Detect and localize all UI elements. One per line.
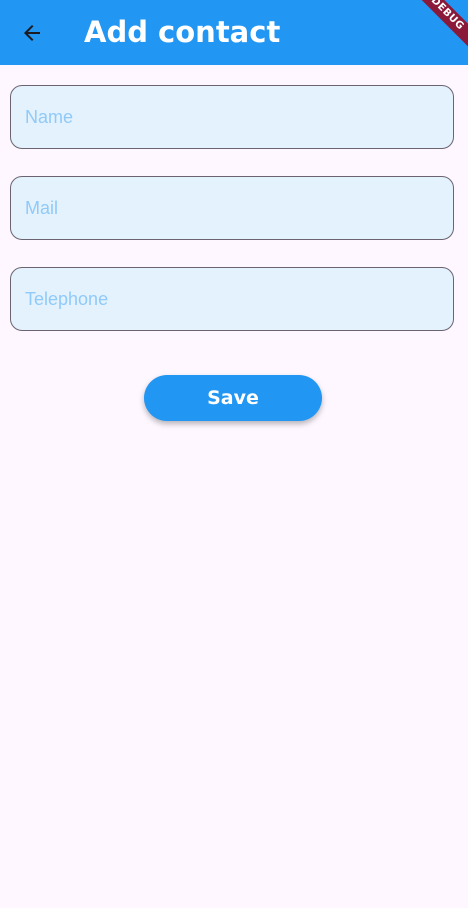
page-title: Add contact: [84, 15, 281, 49]
mail-field[interactable]: [10, 176, 454, 240]
name-field[interactable]: [10, 85, 454, 149]
telephone-field[interactable]: [10, 267, 454, 331]
telephone-input[interactable]: [11, 268, 453, 330]
mail-input[interactable]: [11, 177, 453, 239]
save-button[interactable]: Save: [144, 375, 322, 421]
debug-banner-label: DEBUG: [408, 0, 468, 59]
arrow-back-icon: [24, 25, 40, 41]
back-button[interactable]: [10, 11, 54, 55]
debug-banner: DEBUG: [408, 0, 468, 60]
name-input[interactable]: [11, 86, 453, 148]
app-bar: Add contact: [0, 0, 468, 65]
